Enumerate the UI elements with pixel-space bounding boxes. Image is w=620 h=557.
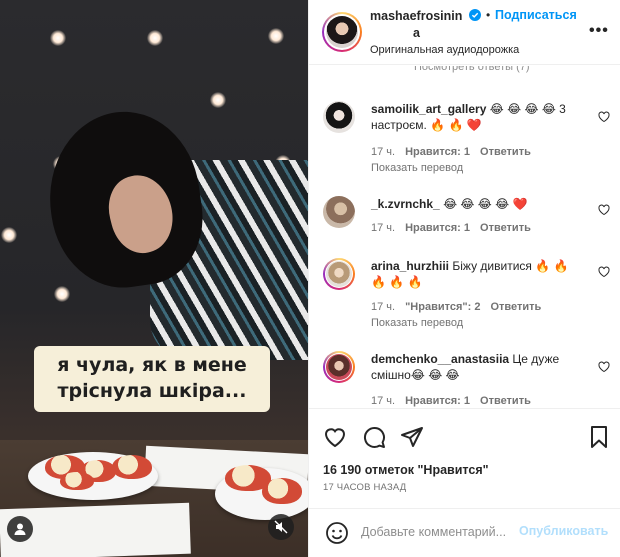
save-bookmark-icon[interactable]	[587, 425, 611, 449]
share-paper-plane-icon[interactable]	[400, 425, 424, 449]
bokeh-light	[147, 30, 163, 46]
bokeh-light	[50, 30, 66, 46]
video-caption-line: я чула, як в мене	[57, 354, 247, 376]
like-comment-heart-icon[interactable]	[598, 111, 610, 123]
apple-slice	[262, 478, 302, 504]
apple-slice	[112, 455, 152, 479]
post-time: 17 ЧАСОВ НАЗАД	[323, 482, 407, 493]
comment-username[interactable]: arina_hurzhiii	[371, 259, 449, 273]
video-caption-line: тріснула шкіра...	[57, 380, 247, 402]
comment-time: 17 ч.	[371, 395, 396, 407]
like-heart-icon[interactable]	[323, 425, 347, 449]
publish-button[interactable]: Опубликовать	[519, 524, 608, 538]
comment-likes[interactable]: Нравится: 1	[405, 146, 470, 158]
comments-list[interactable]: Посмотреть ответы (7) samoilik_art_galle…	[309, 66, 620, 408]
emoji-icon[interactable]	[325, 521, 349, 545]
bokeh-light	[268, 28, 284, 44]
more-options-button[interactable]: •••	[589, 22, 609, 40]
comment-content: настроєм. 🔥 🔥 ❤️	[371, 118, 482, 132]
comment-time: 17 ч.	[371, 146, 396, 158]
comment-time: 17 ч.	[371, 301, 396, 313]
comment-time: 17 ч.	[371, 222, 396, 234]
comment-text: samoilik_art_gallery 😂 😂 😂 😂 3 настроєм.…	[371, 101, 593, 133]
comment-text: arina_hurzhiii Біжу дивитися 🔥 🔥 🔥 🔥 🔥	[371, 258, 593, 290]
reply-button[interactable]: Ответить	[490, 301, 541, 313]
separator-dot: •	[486, 8, 491, 22]
comment-content: 🔥 🔥 🔥	[371, 275, 423, 289]
comment-content: 😂 😂 😂 😂 3	[489, 102, 566, 116]
comment-text: _k.zvrnchk_ 😂 😂 😂 😂 ❤️	[371, 196, 593, 212]
post-side-panel: mashaefrosinin a • Подписаться Оригиналь…	[308, 0, 620, 557]
audio-track-link[interactable]: Оригинальная аудиодорожка	[370, 44, 519, 56]
comment-content: смішно😂 😂 😂	[371, 368, 460, 382]
like-comment-heart-icon[interactable]	[598, 204, 610, 216]
bokeh-light	[1, 227, 17, 243]
show-translation-link[interactable]: Показать перевод	[371, 162, 463, 174]
comment-content: Це дуже	[512, 352, 560, 366]
commenter-avatar[interactable]	[323, 196, 355, 228]
video-caption: я чула, як в мене тріснула шкіра...	[34, 346, 270, 412]
comment-content: Біжу дивитися 🔥 🔥	[452, 259, 569, 273]
author-avatar[interactable]	[322, 12, 362, 52]
post-header: mashaefrosinin a • Подписаться Оригиналь…	[309, 0, 620, 65]
user-icon	[14, 523, 26, 535]
commenter-avatar[interactable]	[323, 101, 355, 133]
comment-bubble-icon[interactable]	[362, 425, 386, 449]
comment-meta: 17 ч. Нравится: 1 Ответить	[371, 222, 541, 234]
comment-likes[interactable]: Нравится: 1	[405, 395, 470, 407]
mute-button[interactable]	[268, 514, 294, 540]
comment-input[interactable]	[361, 521, 521, 543]
comment-likes[interactable]: Нравится: 1	[405, 222, 470, 234]
like-comment-heart-icon[interactable]	[598, 266, 610, 278]
apple-slice	[60, 472, 94, 490]
view-replies-link[interactable]: Посмотреть ответы (7)	[414, 66, 530, 74]
bokeh-light	[210, 92, 226, 108]
author-username[interactable]: a	[413, 26, 420, 40]
add-comment-bar: Опубликовать	[309, 508, 620, 557]
comment-meta: 17 ч. Нравится: 1 Ответить	[371, 146, 541, 158]
follow-button[interactable]: Подписаться	[495, 8, 577, 22]
commenter-avatar[interactable]	[323, 351, 355, 383]
comment-text: demchenko__anastasiia Це дуже смішно😂 😂 …	[371, 351, 593, 383]
comment-meta: 17 ч. Нравится: 1 Ответить	[371, 395, 541, 407]
comment-meta: 17 ч. "Нравится": 2 Ответить	[371, 301, 551, 313]
reply-button[interactable]: Ответить	[480, 395, 531, 407]
verified-badge-icon	[469, 9, 481, 21]
post-video[interactable]: я чула, як в мене тріснула шкіра...	[0, 0, 308, 557]
comment-username[interactable]: demchenko__anastasiia	[371, 352, 509, 366]
author-username[interactable]: mashaefrosinin	[370, 9, 462, 23]
reply-button[interactable]: Ответить	[480, 222, 531, 234]
reply-button[interactable]: Ответить	[480, 146, 531, 158]
comment-username[interactable]: _k.zvrnchk_	[371, 197, 440, 211]
bokeh-light	[54, 286, 70, 302]
comment-username[interactable]: samoilik_art_gallery	[371, 102, 486, 116]
comment-likes[interactable]: "Нравится": 2	[405, 301, 480, 313]
tagged-user-button[interactable]	[7, 516, 33, 542]
commenter-avatar[interactable]	[323, 258, 355, 290]
speaker-muted-icon	[274, 520, 288, 534]
post-actions: 16 190 отметок "Нравится" 17 ЧАСОВ НАЗАД	[309, 408, 620, 508]
comment-content: 😂 😂 😂 😂 ❤️	[443, 197, 528, 211]
like-comment-heart-icon[interactable]	[598, 361, 610, 373]
show-translation-link[interactable]: Показать перевод	[371, 317, 463, 329]
likes-count[interactable]: 16 190 отметок "Нравится"	[323, 463, 489, 477]
